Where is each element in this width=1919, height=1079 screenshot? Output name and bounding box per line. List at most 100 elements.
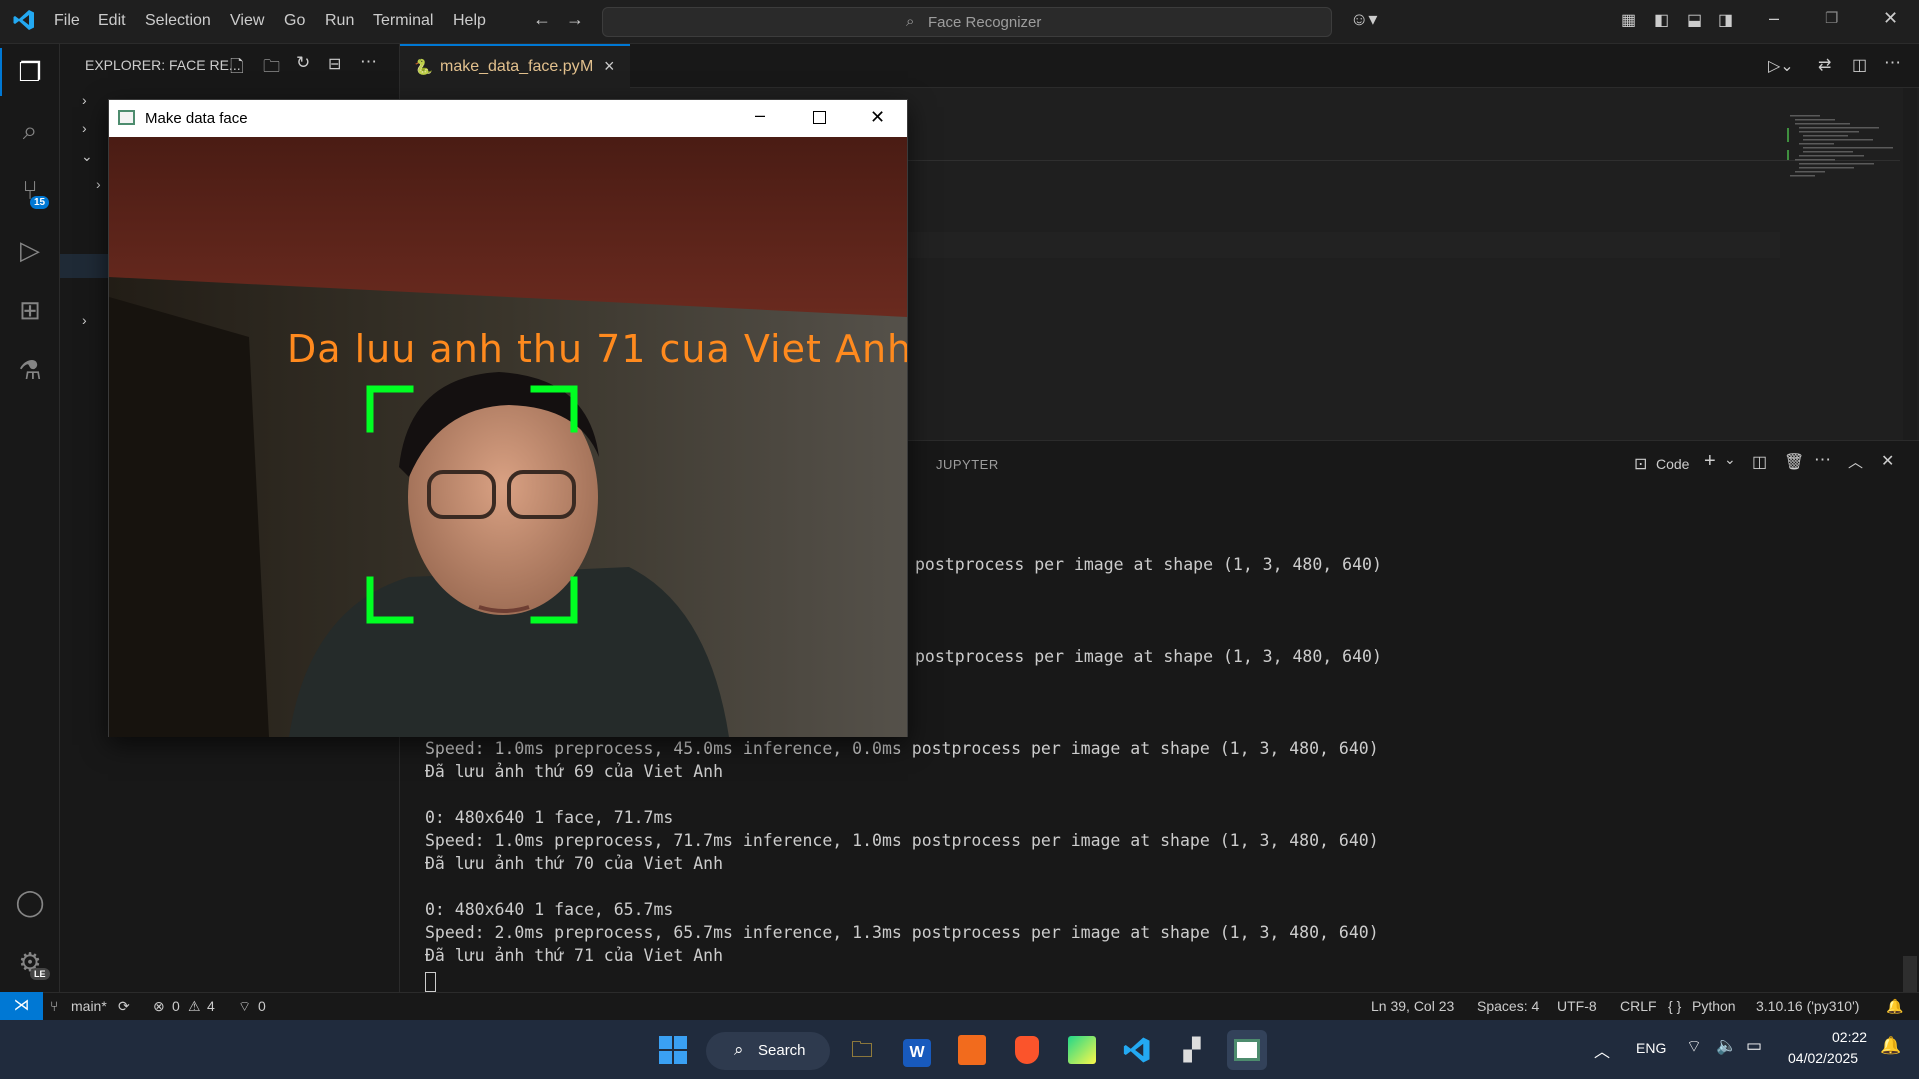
- volume-icon[interactable]: 🔈: [1716, 1036, 1737, 1056]
- run-debug-icon[interactable]: ▷: [14, 234, 46, 266]
- window-maximize-icon[interactable]: [813, 111, 826, 124]
- show-hidden-icons[interactable]: ︿: [1594, 1038, 1610, 1062]
- explorer-icon[interactable]: ❐: [14, 56, 46, 88]
- branch-name[interactable]: main*: [71, 998, 107, 1014]
- more-actions-icon[interactable]: ⋯: [360, 52, 377, 72]
- vscode-icon[interactable]: [1117, 1030, 1157, 1070]
- terminal-line: Đã lưu ảnh thứ 71 của Viet Anh: [425, 946, 724, 965]
- open-changes-icon[interactable]: ⇄: [1818, 55, 1831, 75]
- notifications-bell-icon[interactable]: 🔔: [1886, 998, 1903, 1015]
- toggle-sidebar-icon[interactable]: ◧: [1654, 10, 1669, 30]
- maximize-panel-icon[interactable]: ︿: [1848, 451, 1863, 472]
- window-close-icon[interactable]: ✕: [870, 107, 885, 128]
- menu-help[interactable]: Help: [453, 12, 486, 30]
- tab-make-data-face[interactable]: 🐍 make_data_face.py M ×: [400, 44, 630, 89]
- chevron-right-icon[interactable]: ›: [82, 92, 87, 108]
- chevron-down-icon[interactable]: ⌄: [1724, 451, 1736, 468]
- ports-count[interactable]: 0: [258, 998, 266, 1014]
- search-icon[interactable]: ⌕: [14, 114, 46, 146]
- chevron-right-icon[interactable]: ›: [82, 312, 87, 328]
- input-language[interactable]: ENG: [1636, 1040, 1666, 1056]
- tab-modified-indicator: M: [580, 58, 594, 75]
- minimap[interactable]: [1785, 110, 1905, 200]
- menu-go[interactable]: Go: [284, 12, 305, 30]
- new-terminal-icon[interactable]: +: [1704, 450, 1716, 473]
- wifi-icon[interactable]: ⌔: [1686, 1036, 1702, 1057]
- split-editor-icon[interactable]: ◫: [1852, 55, 1867, 75]
- activity-bar: ❐ ⌕ ⑂ 15 ▷ ⊞ ⚗ ◯ ⚙ LE: [0, 44, 60, 992]
- language-mode[interactable]: Python: [1692, 998, 1736, 1014]
- window-title-bar[interactable]: Make data face – ✕: [109, 100, 907, 137]
- more-actions-icon[interactable]: ⋯: [1884, 53, 1901, 73]
- taskbar-search[interactable]: ⌕ Search: [706, 1032, 830, 1070]
- error-icon: ⊗: [153, 998, 165, 1014]
- testing-icon[interactable]: ⚗: [14, 354, 46, 386]
- menu-run[interactable]: Run: [325, 12, 354, 30]
- terminal-profile-label[interactable]: Code: [1656, 456, 1689, 472]
- encoding[interactable]: UTF-8: [1557, 998, 1597, 1014]
- clock-date[interactable]: 04/02/2025: [1788, 1050, 1858, 1066]
- python-interpreter[interactable]: 3.10.16 ('py310'): [1756, 998, 1859, 1014]
- menu-view[interactable]: View: [230, 12, 264, 30]
- pycharm-icon[interactable]: [1062, 1030, 1102, 1070]
- new-folder-icon[interactable]: 🗀: [263, 54, 280, 83]
- clock-time[interactable]: 02:22: [1832, 1029, 1867, 1045]
- error-count[interactable]: 0: [172, 998, 180, 1014]
- terminal-profile-icon: ⊡: [1634, 456, 1648, 473]
- window-minimize-icon[interactable]: –: [755, 105, 765, 126]
- end-of-line[interactable]: CRLF: [1620, 998, 1657, 1014]
- close-icon[interactable]: ✕: [1883, 8, 1898, 29]
- menu-file[interactable]: File: [54, 12, 80, 30]
- toggle-secondary-sidebar-icon[interactable]: ◨: [1718, 10, 1733, 30]
- reader-app-icon[interactable]: [952, 1030, 992, 1070]
- notification-center-icon[interactable]: 🔔: [1880, 1036, 1901, 1056]
- menu-terminal[interactable]: Terminal: [373, 12, 433, 30]
- customize-layout-icon[interactable]: ▦: [1621, 10, 1636, 30]
- more-actions-icon[interactable]: ⋯: [1814, 450, 1831, 470]
- cursor-position[interactable]: Ln 39, Col 23: [1371, 998, 1454, 1014]
- camera-image: [109, 137, 907, 737]
- run-python-file-icon[interactable]: ▷⌄: [1768, 56, 1794, 76]
- make-data-face-window[interactable]: Make data face – ✕ Da luu anh thu 71 cua…: [108, 99, 908, 737]
- back-arrow-icon[interactable]: ←: [533, 9, 551, 30]
- brave-browser-icon[interactable]: [1007, 1030, 1047, 1070]
- python-file-icon: 🐍: [414, 59, 433, 76]
- windows-start-icon[interactable]: [653, 1030, 693, 1070]
- app-icon[interactable]: ▞: [1172, 1030, 1212, 1070]
- battery-icon[interactable]: ▭: [1746, 1036, 1762, 1056]
- toggle-panel-icon[interactable]: ⬓: [1687, 10, 1702, 30]
- command-center[interactable]: ⌕ Face Recognizer: [602, 7, 1332, 37]
- sync-icon[interactable]: ⟳: [118, 998, 130, 1015]
- word-icon[interactable]: W: [897, 1030, 937, 1070]
- sidebar-title: EXPLORER: FACE RE...: [85, 57, 241, 73]
- window-title: Make data face: [145, 110, 248, 127]
- tab-jupyter[interactable]: JUPYTER: [936, 457, 999, 472]
- chevron-down-icon[interactable]: ⌄: [81, 148, 93, 165]
- file-explorer-icon[interactable]: 🗀: [842, 1030, 882, 1070]
- chevron-right-icon[interactable]: ›: [82, 120, 87, 136]
- scrollbar-track[interactable]: [1903, 88, 1917, 440]
- account-icon[interactable]: ◯: [14, 886, 46, 918]
- remote-indicator-icon[interactable]: ⋊: [0, 992, 43, 1020]
- close-panel-icon[interactable]: ✕: [1881, 451, 1894, 471]
- warning-count[interactable]: 4: [207, 998, 215, 1014]
- indentation[interactable]: Spaces: 4: [1477, 998, 1539, 1014]
- kill-terminal-icon[interactable]: 🗑: [1784, 452, 1804, 472]
- collapse-all-icon[interactable]: ⊟: [328, 54, 341, 74]
- refresh-icon[interactable]: ↻: [296, 53, 310, 73]
- split-terminal-icon[interactable]: ◫: [1752, 452, 1767, 472]
- new-file-icon[interactable]: 🗋: [230, 54, 244, 83]
- chevron-right-icon[interactable]: ›: [96, 176, 101, 192]
- minimize-icon[interactable]: –: [1769, 8, 1779, 29]
- command-center-label: Face Recognizer: [928, 14, 1042, 31]
- copilot-icon[interactable]: ☺▾: [1350, 9, 1377, 30]
- extensions-icon[interactable]: ⊞: [14, 294, 46, 326]
- terminal-line: Đã lưu ảnh thứ 70 của Viet Anh: [425, 854, 724, 873]
- terminal-scrollbar[interactable]: [1903, 956, 1917, 993]
- forward-arrow-icon[interactable]: →: [566, 9, 584, 30]
- menu-selection[interactable]: Selection: [145, 12, 211, 30]
- menu-edit[interactable]: Edit: [98, 12, 126, 30]
- tab-close-icon[interactable]: ×: [604, 56, 615, 77]
- opencv-window-icon[interactable]: [1227, 1030, 1267, 1070]
- restore-icon[interactable]: ❐: [1825, 9, 1838, 27]
